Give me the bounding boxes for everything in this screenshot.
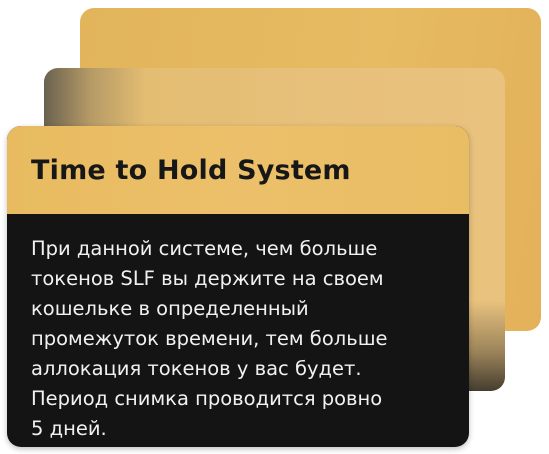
card-description-line: кошельке в определенный (31, 297, 309, 320)
info-card: Time to Hold System При данной системе, … (7, 126, 469, 447)
card-description-line: При данной системе, чем больше (31, 237, 378, 260)
card-description-line: промежуток времени, тем больше (31, 327, 388, 350)
card-description-line: 5 дней. (31, 417, 107, 440)
card-body: При данной системе, чем больше токенов S… (7, 214, 469, 444)
card-header: Time to Hold System (7, 126, 469, 214)
card-description: При данной системе, чем больше токенов S… (31, 234, 445, 444)
card-description-line: Период снимка проводится ровно (31, 387, 383, 410)
card-description-line: токенов SLF вы держите на своем (31, 267, 384, 290)
card-stack: Time to Hold System При данной системе, … (0, 0, 549, 454)
card-description-line: аллокация токенов у вас будет. (31, 357, 362, 380)
card-title: Time to Hold System (31, 154, 351, 186)
